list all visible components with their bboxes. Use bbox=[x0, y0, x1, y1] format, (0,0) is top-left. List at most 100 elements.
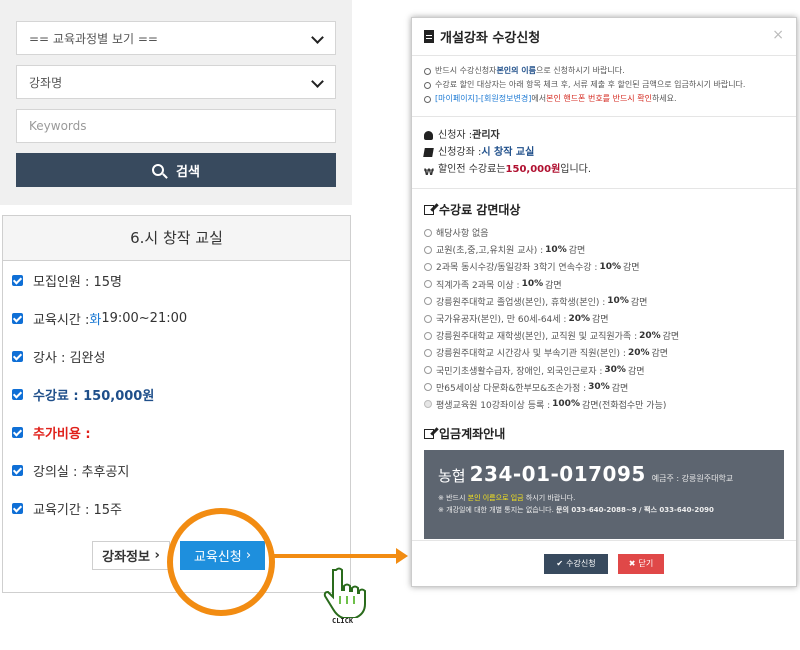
search-icon bbox=[152, 164, 165, 176]
discount-option[interactable]: 2과목 동시수강/동일강좌 3학기 연속수강 :10% 감면 bbox=[424, 258, 784, 275]
bank-note-1: ※ 반드시 본인 이름으로 입금 하시기 바랍니다. bbox=[438, 492, 770, 504]
option-rate: 10% bbox=[607, 296, 629, 307]
option-tail: 감면 bbox=[592, 315, 609, 326]
option-rate: 30% bbox=[588, 382, 610, 393]
close-icon: ✖ bbox=[628, 559, 636, 568]
radio-button[interactable] bbox=[424, 331, 432, 340]
note-1: 반드시 수강신청자 본인의 이름 으로 신청하시기 바랍니다. bbox=[424, 64, 784, 78]
option-tail: 감면 bbox=[568, 246, 586, 257]
document-icon bbox=[424, 30, 434, 43]
discount-title: 수강료 감면대상 bbox=[439, 203, 521, 217]
discount-option[interactable]: 강릉원주대학교 졸업생(본인), 휴학생(본인) :10% 감면 bbox=[424, 293, 784, 310]
option-tail: 감면(전화접수만 가능) bbox=[581, 400, 667, 411]
radio-button[interactable] bbox=[424, 314, 432, 323]
applicant-label: 신청자 : bbox=[438, 130, 473, 141]
curriculum-select[interactable]: == 교육과정별 보기 == bbox=[16, 21, 336, 55]
option-text: 강릉원주대학교 졸업생(본인), 휴학생(본인) : bbox=[436, 297, 606, 308]
bank-note-1-c: 하시기 바랍니다. bbox=[523, 494, 576, 503]
option-rate: 20% bbox=[627, 347, 650, 358]
keyword-input[interactable]: Keywords bbox=[16, 109, 336, 143]
course-name-select-value: 강좌명 bbox=[29, 75, 63, 90]
bank-note-1-b: 본인 이름으로 입금 bbox=[467, 494, 524, 503]
modal-notes: 반드시 수강신청자 본인의 이름 으로 신청하시기 바랍니다. 수강료 할인 대… bbox=[412, 56, 796, 106]
edit-icon bbox=[424, 204, 434, 215]
submit-enroll-button[interactable]: ✔ 수강신청 bbox=[544, 553, 608, 574]
period-text: 교육기간 : 15주 bbox=[33, 502, 122, 518]
note-2-text: 수강료 할인 대상자는 아래 항목 체크 후, 서류 제출 후 할인된 금액으로… bbox=[435, 80, 746, 89]
course-label: 신청강좌 : bbox=[438, 147, 482, 158]
time-value: 19:00~21:00 bbox=[101, 310, 188, 326]
note-3-text-c: 본인 핸드폰 번호를 반드시 확인 bbox=[546, 94, 652, 103]
course-info-button[interactable]: 강좌정보 › bbox=[92, 541, 170, 570]
info-row-teacher: 강사 : 김완성 bbox=[12, 337, 341, 375]
check-icon bbox=[12, 312, 23, 324]
radio-button[interactable] bbox=[424, 348, 432, 357]
option-rate: 30% bbox=[604, 365, 626, 376]
radio-button[interactable] bbox=[424, 280, 432, 289]
option-text: 평생교육원 10강좌이상 등록 : bbox=[436, 400, 551, 411]
bank-name: 농협 bbox=[438, 467, 466, 486]
radio-button[interactable] bbox=[424, 366, 432, 375]
discount-option[interactable]: 교원(초,중,고,유치원 교사) :10% 감면 bbox=[424, 241, 784, 258]
close-button[interactable]: ✖ 닫기 bbox=[618, 553, 664, 574]
check-icon bbox=[12, 274, 23, 286]
close-icon[interactable]: × bbox=[772, 27, 784, 43]
modal-title: 개설강좌 수강신청 bbox=[440, 31, 541, 46]
fee-row: ₩ 할인전 수강료는 150,000원 입니다. bbox=[424, 161, 784, 178]
bank-holder: 예금주 : 강릉원주대학교 bbox=[651, 474, 734, 484]
option-text: 2과목 동시수강/동일강좌 3학기 연속수강 : bbox=[436, 263, 598, 274]
info-row-fee: 수강료 : 150,000원 bbox=[12, 375, 341, 413]
note-2: 수강료 할인 대상자는 아래 항목 체크 후, 서류 제출 후 할인된 금액으로… bbox=[424, 78, 784, 92]
discount-option[interactable]: 국가유공자(본인), 만 60세-64세 :20% 감면 bbox=[424, 310, 784, 327]
radio-button-disabled bbox=[424, 400, 432, 409]
modal-header: 개설강좌 수강신청 × bbox=[412, 18, 796, 56]
discount-option[interactable]: 강릉원주대학교 재학생(본인), 교직원 및 교직원가족 :20% 감면 bbox=[424, 327, 784, 344]
option-text: 만65세이상 다문화&한부모&조손가정 : bbox=[436, 383, 587, 394]
discount-option[interactable]: 해당사항 없음 bbox=[424, 224, 784, 241]
bank-account: 234-01-017095 bbox=[469, 462, 646, 487]
option-rate: 20% bbox=[568, 313, 590, 324]
enroll-modal: 개설강좌 수강신청 × 반드시 수강신청자 본인의 이름 으로 신청하시기 바랍… bbox=[411, 17, 797, 587]
note-3-text-a: [마이페이지]-[회원정보변경] bbox=[435, 94, 532, 103]
user-icon bbox=[424, 131, 433, 140]
bank-title: 입금계좌안내 bbox=[439, 427, 506, 442]
fee-text: 수강료 : 150,000원 bbox=[33, 388, 155, 404]
option-text: 강릉원주대학교 시간강사 및 부속기관 직원(본인) : bbox=[436, 349, 626, 360]
option-tail: 감면 bbox=[611, 383, 629, 394]
bank-note-2-a: ※ 개강일에 대한 개별 통지는 없습니다. bbox=[438, 506, 557, 515]
applicant-name: 관리자 bbox=[472, 130, 500, 141]
note-1-text-a: 반드시 수강신청자 bbox=[435, 66, 497, 75]
applicant-row: 신청자 : 관리자 bbox=[424, 127, 784, 144]
discount-option[interactable]: 국민기초생활수급자, 장애인, 외국인근로자 :30% 감면 bbox=[424, 362, 784, 379]
course-name-select[interactable]: 강좌명 bbox=[16, 65, 336, 99]
option-text: 강릉원주대학교 재학생(본인), 교직원 및 교직원가족 : bbox=[436, 332, 638, 343]
check-icon bbox=[12, 502, 23, 514]
discount-option[interactable]: 강릉원주대학교 시간강사 및 부속기관 직원(본인) :20% 감면 bbox=[424, 344, 784, 361]
info-row-time: 교육시간 : 화 19:00~21:00 bbox=[12, 299, 341, 337]
course-row: 신청강좌 : 시 창작 교실 bbox=[423, 144, 784, 161]
bank-line: 농협 234-01-017095 예금주 : 강릉원주대학교 bbox=[438, 462, 770, 486]
close-button-label: 닫기 bbox=[638, 559, 654, 568]
discount-option[interactable]: 만65세이상 다문화&한부모&조손가정 :30% 감면 bbox=[424, 379, 784, 396]
radio-button[interactable] bbox=[424, 383, 432, 392]
option-text: 교원(초,중,고,유치원 교사) : bbox=[436, 246, 544, 257]
highlight-ring bbox=[167, 508, 275, 616]
fee-value: 150,000원 bbox=[505, 164, 561, 175]
note-1-text-b: 본인의 이름 bbox=[496, 66, 537, 75]
note-3: [마이페이지]-[회원정보변경] 에서 본인 핸드폰 번호를 반드시 확인 하세… bbox=[424, 92, 784, 106]
check-icon bbox=[12, 388, 23, 400]
course-title: 6.시 창작 교실 bbox=[3, 216, 350, 261]
radio-button[interactable] bbox=[424, 297, 432, 306]
fee-label: 할인전 수강료는 bbox=[437, 164, 506, 175]
discount-heading: 수강료 감면대상 bbox=[412, 201, 796, 218]
check-circle-icon bbox=[424, 95, 431, 103]
bank-box: 농협 234-01-017095 예금주 : 강릉원주대학교 ※ 반드시 본인 … bbox=[424, 450, 784, 540]
option-text: 해당사항 없음 bbox=[436, 229, 489, 240]
search-button[interactable]: 검색 bbox=[16, 153, 336, 187]
bank-note-2: ※ 개강일에 대한 개별 통지는 없습니다. 문의 033-640-2088~9… bbox=[438, 504, 770, 516]
radio-button[interactable] bbox=[424, 228, 432, 237]
time-label: 교육시간 : bbox=[33, 312, 90, 328]
radio-button[interactable] bbox=[424, 245, 432, 254]
radio-button[interactable] bbox=[424, 262, 432, 271]
discount-option[interactable]: 직계가족 2과목 이상 :10% 감면 bbox=[424, 276, 784, 293]
